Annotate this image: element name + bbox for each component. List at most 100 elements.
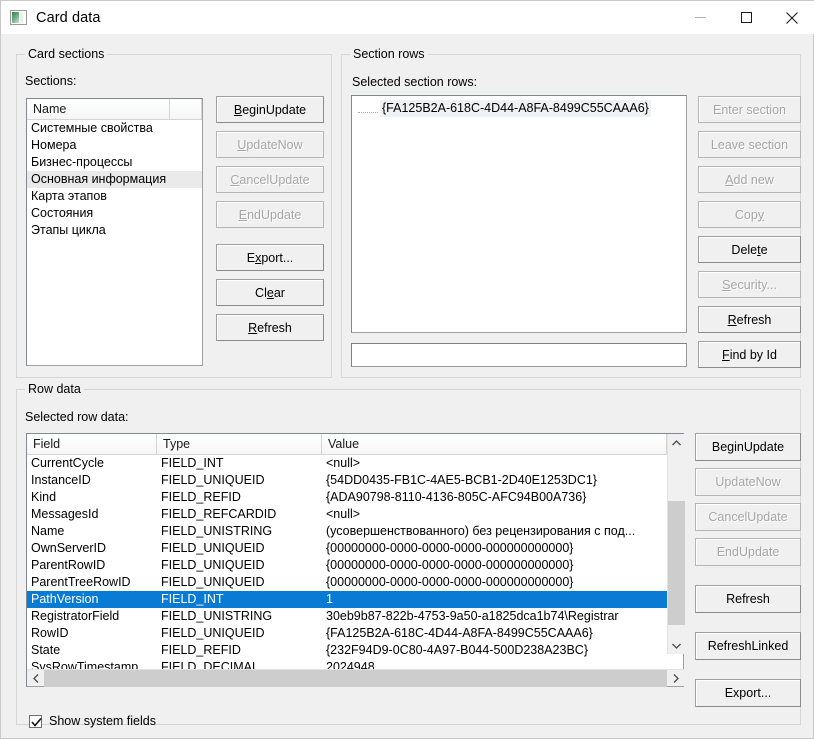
- table-cell-type: FIELD_UNIQUEID: [157, 625, 322, 642]
- cancelupdate-button: CancelUpdate: [216, 166, 324, 193]
- card-data-window: Card data Card sections Sections: Name С…: [0, 0, 814, 739]
- table-row[interactable]: CurrentCycleFIELD_INT<null>: [27, 455, 667, 472]
- scroll-up-arrow[interactable]: [668, 434, 685, 451]
- table-cell-value: <null>: [322, 506, 667, 523]
- sections-listview[interactable]: Name Системные свойства Номера Бизнес-проц…: [26, 98, 203, 366]
- table-cell-value: <null>: [322, 455, 667, 472]
- sections-list-item-label: Основная информация: [31, 172, 166, 186]
- table-row[interactable]: NameFIELD_UNISTRING(усовершенствованного…: [27, 523, 667, 540]
- beginupdate-button[interactable]: BeginUpdate: [216, 96, 324, 123]
- show-system-fields-checkbox[interactable]: Show system fields: [29, 714, 156, 728]
- sections-col-name[interactable]: Name: [27, 99, 170, 119]
- sections-col-blank[interactable]: [170, 99, 202, 119]
- card-sections-legend: Card sections: [25, 47, 107, 61]
- sections-list-item-label: Системные свойства: [31, 121, 153, 135]
- sections-list-item[interactable]: Карта этапов: [27, 188, 202, 205]
- export-button[interactable]: Export...: [216, 244, 324, 271]
- add-new-button: Add new: [698, 166, 801, 193]
- table-cell-field: InstanceID: [27, 472, 157, 489]
- window-controls: [677, 1, 814, 34]
- sections-listview-header: Name: [27, 99, 202, 120]
- scroll-thumb[interactable]: [668, 501, 685, 625]
- export-button[interactable]: Export...: [695, 679, 801, 707]
- updatenow-button: UpdateNow: [216, 131, 324, 158]
- table-cell-field: RowID: [27, 625, 157, 642]
- table-cell-value: {FA125B2A-618C-4D44-A8FA-8499C55CAAA6}: [322, 625, 667, 642]
- sections-list-item-label: Этапы цикла: [31, 223, 106, 237]
- checkbox-box[interactable]: [29, 715, 42, 728]
- minimize-icon[interactable]: [677, 1, 723, 34]
- table-cell-type: FIELD_UNIQUEID: [157, 540, 322, 557]
- sections-list-item[interactable]: Системные свойства: [27, 120, 202, 137]
- sections-list-item[interactable]: Номера: [27, 137, 202, 154]
- sections-label: Sections:: [25, 74, 76, 88]
- row-data-vscrollbar[interactable]: [667, 434, 684, 654]
- table-cell-value: {ADA90798-8110-4136-805C-AFC94B00A736}: [322, 489, 667, 506]
- updatenow-button: UpdateNow: [695, 468, 801, 496]
- table-cell-type: FIELD_UNISTRING: [157, 523, 322, 540]
- table-row[interactable]: PathVersionFIELD_INT1: [27, 591, 667, 608]
- hscroll-track[interactable]: [44, 670, 667, 687]
- sections-list-item-label: Карта этапов: [31, 189, 107, 203]
- table-cell-field: State: [27, 642, 157, 659]
- table-cell-field: Name: [27, 523, 157, 540]
- table-row[interactable]: InstanceIDFIELD_UNIQUEID{54DD0435-FB1C-4…: [27, 472, 667, 489]
- refresh-button[interactable]: Refresh: [216, 314, 324, 341]
- table-cell-type: FIELD_REFID: [157, 642, 322, 659]
- table-row[interactable]: MessagesIdFIELD_REFCARDID<null>: [27, 506, 667, 523]
- tree-connector-icon: [358, 104, 378, 113]
- table-row[interactable]: ParentRowIDFIELD_UNIQUEID{00000000-0000-…: [27, 557, 667, 574]
- sections-listview-rows: Системные свойства Номера Бизнес-процессыО…: [27, 120, 202, 239]
- table-cell-field: OwnServerID: [27, 540, 157, 557]
- row-data-col-type[interactable]: Type: [157, 434, 322, 454]
- table-row[interactable]: KindFIELD_REFID{ADA90798-8110-4136-805C-…: [27, 489, 667, 506]
- table-row[interactable]: OwnServerIDFIELD_UNIQUEID{00000000-0000-…: [27, 540, 667, 557]
- section-rows-treeview[interactable]: {FA125B2A-618C-4D44-A8FA-8499C55CAAA6}: [351, 95, 687, 333]
- delete-button[interactable]: Delete: [698, 236, 801, 263]
- table-cell-field: MessagesId: [27, 506, 157, 523]
- row-data-col-field[interactable]: Field: [27, 434, 157, 454]
- sections-list-item-label: Номера: [31, 138, 76, 152]
- table-cell-field: RegistratorField: [27, 608, 157, 625]
- row-data-col-value[interactable]: Value: [322, 434, 667, 454]
- selected-row-data-label: Selected row data:: [25, 410, 129, 424]
- window-title: Card data: [36, 10, 101, 26]
- table-cell-field: PathVersion: [27, 591, 157, 608]
- clear-button[interactable]: Clear: [216, 279, 324, 306]
- scroll-down-arrow[interactable]: [668, 637, 685, 654]
- sections-list-item[interactable]: Этапы цикла: [27, 222, 202, 239]
- sections-list-item-label: Состояния: [31, 206, 93, 220]
- find-by-id-button[interactable]: Find by Id: [698, 341, 801, 368]
- refreshlinked-button[interactable]: RefreshLinked: [695, 632, 801, 660]
- table-row[interactable]: RegistratorFieldFIELD_UNISTRING30eb9b87-…: [27, 608, 667, 625]
- table-cell-value: (усовершенствованного) без рецензировани…: [322, 523, 667, 540]
- sections-list-item[interactable]: Бизнес-процессы: [27, 154, 202, 171]
- refresh-button[interactable]: Refresh: [698, 306, 801, 333]
- table-cell-value: 30eb9b87-822b-4753-9a50-a1825dca1b74\Reg…: [322, 608, 667, 625]
- table-row[interactable]: StateFIELD_REFID{232F94D9-0C80-4A97-B044…: [27, 642, 667, 659]
- close-icon[interactable]: [769, 1, 814, 34]
- row-data-listview[interactable]: Field Type Value CurrentCycleFIELD_INT<n…: [26, 433, 684, 687]
- sections-list-item[interactable]: Состояния: [27, 205, 202, 222]
- scroll-right-arrow[interactable]: [667, 670, 684, 687]
- beginupdate-button[interactable]: BeginUpdate: [695, 433, 801, 461]
- leave-section-button: Leave section: [698, 131, 801, 158]
- cancelupdate-button: CancelUpdate: [695, 503, 801, 531]
- table-cell-field: ParentTreeRowID: [27, 574, 157, 591]
- section-rows-legend: Section rows: [350, 47, 428, 61]
- maximize-icon[interactable]: [723, 1, 769, 34]
- table-cell-type: FIELD_UNISTRING: [157, 608, 322, 625]
- sections-list-item[interactable]: Основная информация: [27, 171, 202, 188]
- find-by-id-input[interactable]: [351, 343, 687, 367]
- refresh-button[interactable]: Refresh: [695, 585, 801, 613]
- table-row[interactable]: ParentTreeRowIDFIELD_UNIQUEID{00000000-0…: [27, 574, 667, 591]
- section-row-tree-item[interactable]: {FA125B2A-618C-4D44-A8FA-8499C55CAAA6}: [358, 100, 686, 117]
- table-cell-type: FIELD_REFID: [157, 489, 322, 506]
- table-cell-type: FIELD_INT: [157, 591, 322, 608]
- copy-button: Copy: [698, 201, 801, 228]
- row-data-hscrollbar[interactable]: [27, 669, 684, 686]
- section-rows-tree-items: {FA125B2A-618C-4D44-A8FA-8499C55CAAA6}: [352, 100, 686, 117]
- enter-section-button: Enter section: [698, 96, 801, 123]
- table-row[interactable]: RowIDFIELD_UNIQUEID{FA125B2A-618C-4D44-A…: [27, 625, 667, 642]
- scroll-left-arrow[interactable]: [27, 670, 44, 687]
